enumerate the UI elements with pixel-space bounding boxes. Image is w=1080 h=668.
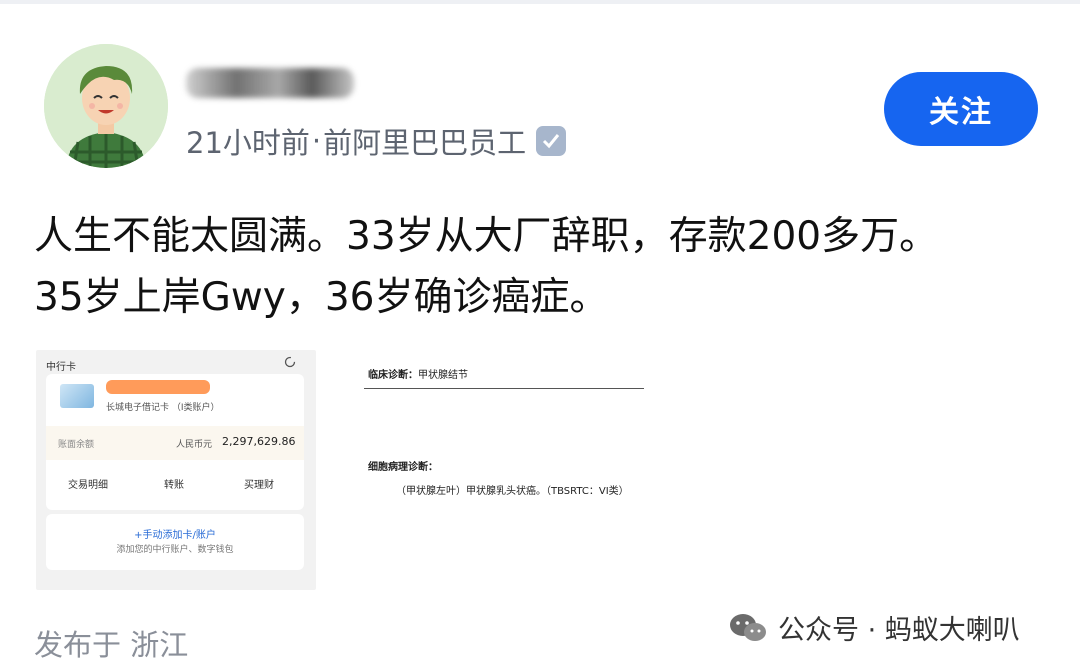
post-line: 人生不能太圆满。33岁从大厂辞职，存款200多万。 [34, 214, 939, 259]
clinical-value: 甲状腺结节 [418, 370, 468, 381]
pathology-label: 细胞病理诊断： [368, 462, 438, 473]
action-wealth: 买理财 [244, 480, 274, 491]
post-meta: 21小时前 · 前阿里巴巴员工 [186, 120, 567, 162]
bank-card: 长城电子借记卡 （I类账户） 账面余额 人民币元 2,297,629.86 交易… [46, 374, 304, 510]
clinical-label: 临床诊断： [368, 370, 418, 381]
verified-icon [536, 126, 567, 156]
post-time: 21小时前 [186, 126, 310, 160]
bank-screenshot-image[interactable]: 中行卡 长城电子借记卡 （I类账户） 账面余额 人民币元 2,297,629.8… [36, 350, 316, 590]
avatar[interactable] [44, 44, 168, 168]
post-line: 35岁上岸Gwy，36岁确诊癌症。 [34, 275, 609, 320]
balance-label: 账面余额 [58, 440, 95, 450]
action-transactions: 交易明细 [68, 480, 108, 491]
meta-separator: · [311, 124, 322, 158]
post-text: 人生不能太圆满。33岁从大厂辞职，存款200多万。 35岁上岸Gwy，36岁确诊… [34, 206, 1044, 328]
add-account-subtext: 添加您的中行账户、数字钱包 [116, 545, 234, 555]
bank-header: 中行卡 [46, 362, 76, 373]
report-divider [364, 388, 644, 389]
top-divider [0, 0, 1080, 4]
pathology-value: （甲状腺左叶）甲状腺乳头状癌。（TBSRTC：VI类） [396, 486, 629, 497]
add-account-card: +手动添加卡/账户 添加您的中行账户、数字钱包 [46, 514, 304, 570]
action-transfer: 转账 [164, 480, 184, 491]
currency-label: 人民币元 [176, 440, 213, 450]
card-name: 长城电子借记卡 （I类账户） [106, 403, 220, 413]
refresh-icon [284, 356, 296, 368]
balance-row: 账面余额 人民币元 2,297,629.86 [46, 426, 304, 460]
diagnosis-report-image[interactable]: 临床诊断：甲状腺结节 细胞病理诊断： （甲状腺左叶）甲状腺乳头状癌。（TBSRT… [360, 358, 660, 508]
follow-button[interactable]: 关注 [884, 72, 1038, 146]
balance-amount: 2,297,629.86 [222, 435, 296, 448]
card-number-redaction [106, 380, 210, 394]
author-title: 前阿里巴巴员工 [323, 126, 527, 160]
card-thumbnail-icon [60, 384, 94, 408]
post-location: 发布于 浙江 [34, 628, 189, 662]
username-redacted[interactable] [186, 62, 354, 102]
watermark-text: 公众号 · 蚂蚁大喇叭 [778, 615, 1020, 646]
clinical-diagnosis: 临床诊断：甲状腺结节 [368, 366, 468, 381]
account-watermark: 公众号 · 蚂蚁大喇叭 [728, 608, 1020, 647]
wechat-icon [730, 613, 766, 641]
add-account-label: +手动添加卡/账户 [134, 530, 216, 541]
